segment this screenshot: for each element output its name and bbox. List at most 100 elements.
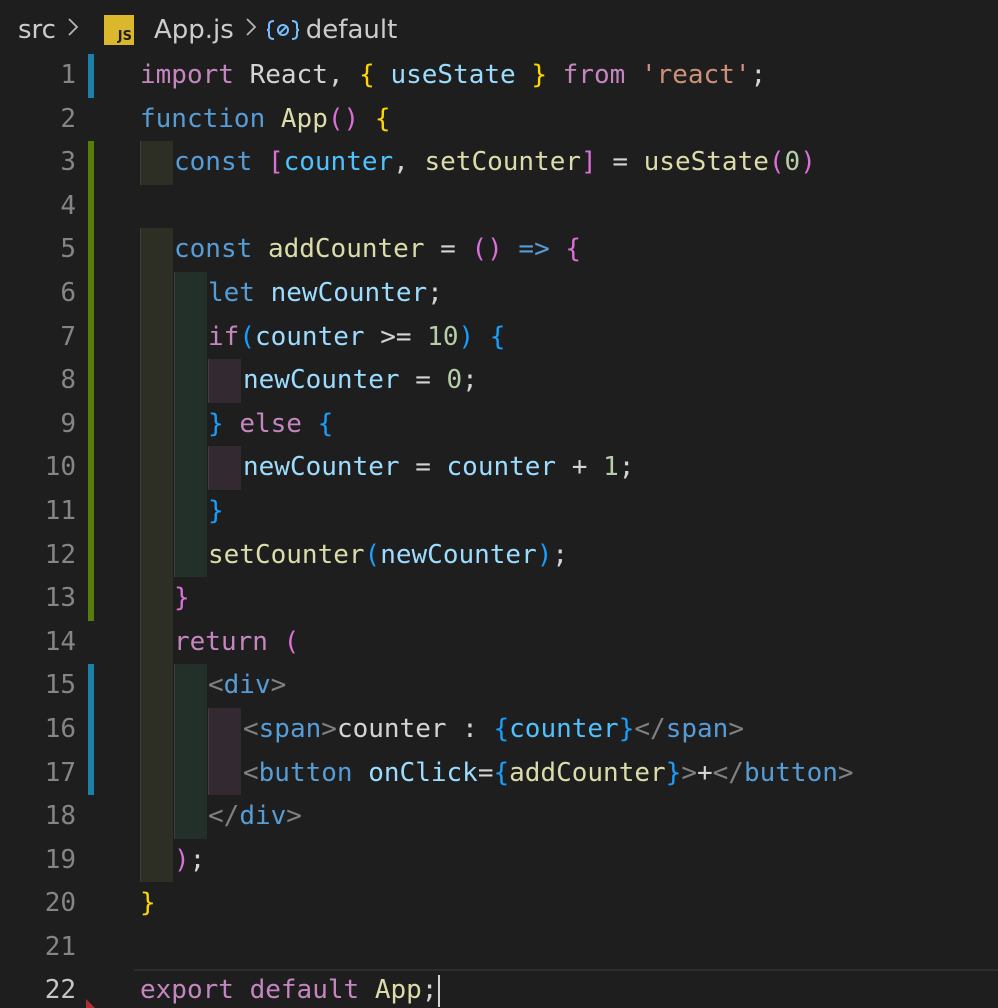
breadcrumb-folder[interactable]: src [18,15,56,45]
code-line-13[interactable]: 13 } [0,577,998,621]
code-line-1[interactable]: 1 import React, { useState } from 'react… [0,54,998,98]
code-text[interactable]: <button onClick={addCounter}>+</button> [243,752,854,796]
code-text[interactable]: </div> [208,795,302,839]
code-text[interactable]: setCounter(newCounter); [208,534,568,578]
token: newCounter [270,277,428,308]
indent-guide [174,271,207,316]
token: div [239,801,287,832]
token: setCounter [424,147,582,178]
code-text[interactable]: } else { [208,403,333,447]
code-line-10[interactable]: 10 newCounter = counter + 1; [0,446,998,490]
token: > [321,713,337,744]
code-line-8[interactable]: 8 newCounter = 0; [0,359,998,403]
token: > [270,670,287,701]
code-line-2[interactable]: 2 function App() { [0,98,998,142]
code-text[interactable]: export default App; [140,969,441,1008]
code-editor[interactable]: 1 import React, { useState } from 'react… [0,54,998,1008]
code-line-19[interactable]: 19 ); [0,838,998,883]
code-line-6[interactable]: 6 let newCounter; [0,271,998,316]
code-line-17[interactable]: 17 <button onClick={addCounter}>+</butto… [0,751,998,796]
code-text[interactable]: newCounter = counter + 1; [243,446,634,490]
code-line-5[interactable]: 5 const addCounter = () => { [0,228,998,272]
token: counter [509,713,619,744]
gutter-added-marker [88,489,94,534]
token: onClick [368,757,478,788]
code-text[interactable]: ); [174,839,205,883]
code-text[interactable]: const addCounter = () => { [174,228,581,272]
code-line-7[interactable]: 7 if(counter >= 10) { [0,315,998,360]
line-number: 11 [44,495,76,526]
indent-guide [140,402,173,447]
code-text[interactable]: let newCounter; [208,272,443,316]
token: if [208,321,240,352]
code-text[interactable]: const [counter, setCounter] = useState(0… [174,141,816,185]
gutter-added-marker [88,359,94,403]
code-line-15[interactable]: 15 <div> [0,664,998,708]
code-text[interactable]: import React, { useState } from 'react'; [140,54,766,98]
code-line-3[interactable]: 3 const [counter, setCounter] = useState… [0,141,998,185]
token: newCounter [243,365,400,396]
token: + [556,452,604,483]
line-number: 1 [60,60,76,90]
token: } [618,713,635,744]
code-line-22[interactable]: 22 export default App; [0,969,998,1008]
token: + [696,757,713,788]
breadcrumb-symbol[interactable]: default [306,15,397,45]
token: </ [712,757,744,788]
token: ) [174,844,190,875]
token: => [518,234,550,265]
indent-guide [174,664,207,708]
token: ( [239,321,255,352]
token: ( [768,147,785,178]
code-line-21[interactable]: 21 [0,926,998,970]
code-text[interactable]: function App() { [140,98,390,142]
token: { [489,321,506,352]
breadcrumb-file[interactable]: App.js [154,15,234,45]
token: ; [421,975,438,1006]
token: { [493,757,510,788]
line-number: 9 [60,408,76,439]
token: = [477,757,494,788]
token: from [547,60,641,90]
code-text[interactable]: } [174,577,190,621]
token: React, [233,60,360,90]
code-text[interactable]: <span>counter : {counter}</span> [243,708,744,752]
code-line-11[interactable]: 11 } [0,489,998,534]
code-line-9[interactable]: 9 } else { [0,402,998,447]
indent-guide [174,402,207,447]
token: div [223,670,271,701]
token: 0 [784,147,801,178]
token: < [243,757,259,788]
code-text[interactable]: if(counter >= 10) { [208,316,505,360]
line-number: 19 [44,844,76,875]
code-text[interactable]: } [140,882,156,926]
code-line-12[interactable]: 12 setCounter(newCounter); [0,533,998,578]
token: ; [427,277,443,308]
token: 1 [603,452,619,483]
token: { [359,60,375,90]
code-line-4[interactable]: 4 [0,184,998,229]
gutter-added-marker [88,402,94,447]
token: ; [750,60,767,90]
code-line-20[interactable]: 20 } [0,882,998,926]
code-line-14[interactable]: 14 return ( [0,620,998,665]
indent-guide [140,533,173,578]
code-text[interactable]: } [208,490,224,534]
code-line-16[interactable]: 16 <span>counter : {counter}</span> [0,707,998,752]
gutter-added-marker [88,271,94,316]
indent-guide [174,533,207,578]
code-text[interactable]: return ( [174,621,299,665]
code-text[interactable]: newCounter = 0; [243,359,478,403]
code-text[interactable]: <div> [208,664,286,708]
token: { [493,713,510,744]
indent-guide [140,271,173,316]
token: () [327,103,360,134]
token: ; [189,844,206,875]
token: newCounter [380,539,537,570]
token: const [174,147,253,178]
code-line-18[interactable]: 18 </div> [0,795,998,839]
